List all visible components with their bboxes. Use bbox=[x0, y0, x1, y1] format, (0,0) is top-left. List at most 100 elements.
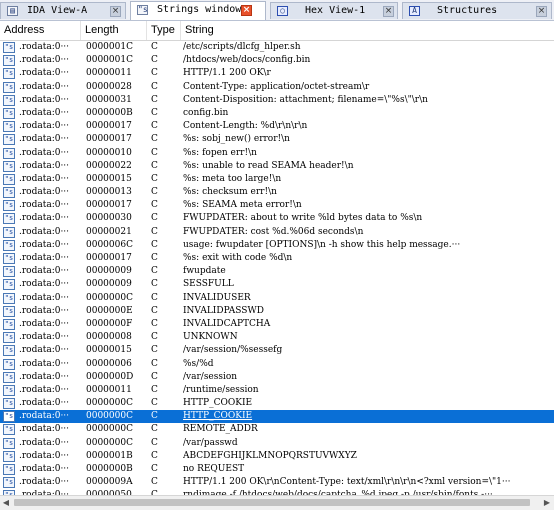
cell-length: 00000009 bbox=[86, 266, 132, 277]
string-icon: "s bbox=[3, 332, 15, 344]
cell-type: C bbox=[151, 253, 158, 263]
cell-string: %s: checksum err!\n bbox=[183, 187, 277, 198]
cell-type: C bbox=[151, 411, 158, 422]
cell-address: .rodata:0··· bbox=[19, 358, 70, 369]
cell-type: C bbox=[151, 371, 158, 382]
table-row[interactable]: "s .rodata:0··· 00000017 C %s: sobj_new() er… bbox=[0, 133, 554, 146]
cell-length: 0000000C bbox=[86, 437, 133, 448]
table-row[interactable]: "s .rodata:0··· 00000008 C UNKNOWN bbox=[0, 331, 554, 344]
column-header-address[interactable]: Address bbox=[0, 21, 81, 40]
table-row[interactable]: "s .rodata:0··· 0000000C C HTTP_COOKIE bbox=[0, 397, 554, 410]
column-header: Address Length Type String bbox=[0, 21, 554, 41]
table-row[interactable]: "s .rodata:0··· 00000017 C %s: exit with cod… bbox=[0, 252, 554, 265]
table-row[interactable]: "s .rodata:0··· 0000006C Cusage: fwupdater … bbox=[0, 239, 554, 252]
table-row[interactable]: "s .rodata:0··· 0000000C C/var/passwd bbox=[0, 437, 554, 450]
table-row[interactable]: "s .rodata:0··· 00000021 C FWUPDATER: cost %… bbox=[0, 226, 554, 239]
cell-address: .rodata:0··· bbox=[19, 371, 70, 382]
table-row[interactable]: "s .rodata:0··· 0000001C C/htdocs/web/docs/… bbox=[0, 54, 554, 67]
cell-address: .rodata:0··· bbox=[19, 384, 70, 395]
tab-ida-view-a[interactable]: ▤ IDA View-A × bbox=[0, 2, 126, 19]
table-row[interactable]: "s .rodata:0··· 0000000D C/var/session bbox=[0, 371, 554, 384]
column-header-length[interactable]: Length bbox=[81, 21, 147, 40]
cell-length: 00000013 bbox=[86, 187, 132, 198]
string-icon: "s bbox=[3, 464, 15, 475]
table-row[interactable]: "s .rodata:0··· 00000009 C SESSFULL bbox=[0, 278, 554, 291]
tab-label: IDA View-A bbox=[27, 5, 88, 16]
table-row[interactable]: "s .rodata:0··· 0000000C C HTTP_COOKIE bbox=[0, 410, 554, 424]
cell-address: .rodata:0··· bbox=[19, 94, 70, 105]
cell-address: .rodata:0··· bbox=[19, 411, 70, 422]
vertical-scrollbar[interactable] bbox=[531, 41, 554, 495]
horizontal-scrollbar[interactable]: ◀ ▶ bbox=[0, 495, 554, 510]
close-icon[interactable]: × bbox=[110, 6, 121, 17]
table-row[interactable]: "s .rodata:0··· 0000001B C ABCDEFGHIJKLMNOPQ… bbox=[0, 450, 554, 463]
scroll-thumb[interactable] bbox=[14, 499, 530, 506]
table-row[interactable]: "s .rodata:0··· 00000010 C %s: fopen err!\n bbox=[0, 147, 554, 160]
cell-address: .rodata:0··· bbox=[19, 398, 70, 409]
cell-length: 00000010 bbox=[86, 147, 132, 158]
table-row[interactable]: "s .rodata:0··· 00000009 Cfwupdate bbox=[0, 265, 554, 278]
string-icon: "s bbox=[3, 253, 15, 264]
cell-address: .rodata:0··· bbox=[19, 160, 70, 171]
string-icon: "s bbox=[3, 384, 15, 396]
cell-length: 0000000C bbox=[86, 292, 133, 303]
table-row[interactable]: "s .rodata:0··· 00000022 C %s: unable to rea… bbox=[0, 160, 554, 173]
cell-type: C bbox=[151, 477, 158, 488]
cell-type: C bbox=[151, 134, 158, 145]
table-row[interactable]: "s .rodata:0··· 0000000F C INVALIDCAPTCHA bbox=[0, 318, 554, 331]
table-row[interactable]: "s .rodata:0··· 00000030 C FWUPDATER: about … bbox=[0, 212, 554, 225]
cell-length: 00000017 bbox=[86, 253, 132, 263]
string-icon: "s bbox=[3, 68, 15, 80]
table-row[interactable]: "s .rodata:0··· 00000015 C/var/session/%ses… bbox=[0, 344, 554, 357]
cell-address: .rodata:0··· bbox=[19, 42, 70, 52]
cell-address: .rodata:0··· bbox=[19, 464, 70, 474]
cell-length: 0000000C bbox=[86, 398, 133, 409]
cell-address: .rodata:0··· bbox=[19, 332, 70, 343]
scroll-right-icon[interactable]: ▶ bbox=[542, 498, 552, 508]
close-icon[interactable]: × bbox=[241, 5, 252, 16]
string-icon: "s bbox=[3, 226, 15, 238]
column-header-string[interactable]: String bbox=[181, 21, 554, 40]
table-row[interactable]: "s .rodata:0··· 00000031 C Content-Dispositi… bbox=[0, 94, 554, 107]
tab-bar: ▤ IDA View-A × "s Strings window × ○ Hex… bbox=[0, 0, 554, 21]
tab-strings-window[interactable]: "s Strings window × bbox=[130, 1, 266, 20]
column-header-type[interactable]: Type bbox=[147, 21, 181, 40]
table-row[interactable]: "s .rodata:0··· 00000015 C %s: meta too larg… bbox=[0, 173, 554, 186]
string-icon: "s bbox=[3, 213, 15, 225]
table-row[interactable]: "s .rodata:0··· 00000011 C HTTP/1.1 200 OK\r bbox=[0, 67, 554, 80]
string-icon: "s bbox=[3, 437, 15, 449]
string-icon: "s bbox=[3, 55, 15, 67]
cell-length: 0000000B bbox=[86, 464, 133, 474]
table-row[interactable]: "s .rodata:0··· 0000000B Cno REQUEST bbox=[0, 463, 554, 476]
cell-length: 00000008 bbox=[86, 332, 132, 343]
table-row[interactable]: "s .rodata:0··· 0000009A C HTTP/1.1 200 OK\r… bbox=[0, 476, 554, 489]
string-icon: "s bbox=[3, 200, 15, 212]
string-icon: "s bbox=[3, 239, 15, 251]
cell-type: C bbox=[151, 464, 158, 474]
cell-length: 0000001B bbox=[86, 450, 133, 461]
table-row[interactable]: "s .rodata:0··· 0000000C C INVALIDUSER bbox=[0, 292, 554, 305]
cell-type: C bbox=[151, 213, 158, 224]
cell-string: usage: fwupdater [OPTIONS]\n -h show thi… bbox=[183, 239, 461, 250]
table-row[interactable]: "s .rodata:0··· 0000000C C REMOTE_ADDR bbox=[0, 423, 554, 436]
cell-length: 00000028 bbox=[86, 81, 132, 92]
scroll-left-icon[interactable]: ◀ bbox=[1, 498, 11, 508]
hex-view-icon: ○ bbox=[277, 6, 288, 16]
table-row[interactable]: "s .rodata:0··· 00000017 C Content-Length: %… bbox=[0, 120, 554, 133]
table-row[interactable]: "s .rodata:0··· 00000011 C/runtime/session bbox=[0, 384, 554, 397]
tab-hex-view-1[interactable]: ○ Hex View-1 × bbox=[270, 2, 398, 19]
table-row[interactable]: "s .rodata:0··· 0000000E C INVALIDPASSWD bbox=[0, 305, 554, 318]
close-icon[interactable]: × bbox=[536, 6, 547, 17]
cell-length: 0000009A bbox=[86, 477, 133, 488]
cell-address: .rodata:0··· bbox=[19, 279, 70, 290]
table-row[interactable]: "s .rodata:0··· 00000013 C %s: checksum err!… bbox=[0, 186, 554, 199]
table-row[interactable]: "s .rodata:0··· 00000017 C %s: SEAMA meta er… bbox=[0, 199, 554, 212]
close-icon[interactable]: × bbox=[383, 6, 394, 17]
string-icon: "s bbox=[3, 279, 15, 291]
table-row[interactable]: "s .rodata:0··· 00000006 C %s/%d bbox=[0, 358, 554, 371]
table-row[interactable]: "s .rodata:0··· 00000028 C Content-Type: app… bbox=[0, 81, 554, 94]
tab-structures[interactable]: A Structures × bbox=[402, 2, 552, 19]
cell-string: %s: sobj_new() error!\n bbox=[183, 134, 290, 145]
table-row[interactable]: "s .rodata:0··· 0000001C C/etc/scripts/dlcf… bbox=[0, 41, 554, 54]
table-row[interactable]: "s .rodata:0··· 0000000B Cconfig.bin bbox=[0, 107, 554, 120]
